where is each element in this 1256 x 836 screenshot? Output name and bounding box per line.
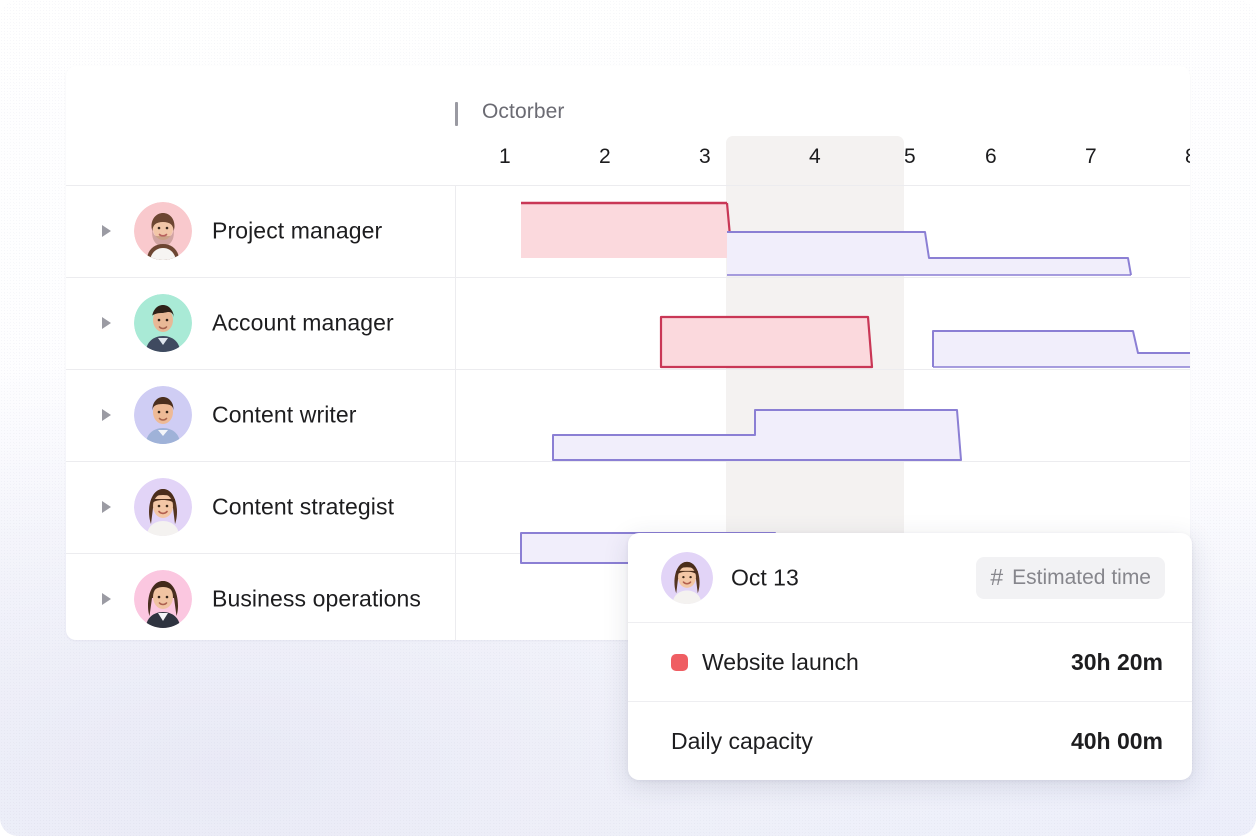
avatar-content-strategist <box>134 478 192 536</box>
tooltip-header: Oct 13 # Estimated time <box>628 533 1192 623</box>
timeline-row-content-writer[interactable]: Content writer <box>66 369 455 461</box>
row-label-account-manager: Account manager <box>212 309 394 336</box>
estimated-time-pill[interactable]: # Estimated time <box>976 556 1165 599</box>
row-label-business-operations: Business operations <box>212 585 422 612</box>
avatar-project-manager <box>134 202 192 260</box>
timeline-row-account-manager[interactable]: Account manager <box>66 277 455 369</box>
day-header-2[interactable]: 2 <box>555 128 655 185</box>
row-label-content-writer: Content writer <box>212 401 357 428</box>
day-header-row: 1 2 3 4 5 6 7 8 <box>66 128 1190 185</box>
row-label-content-strategist: Content strategist <box>212 493 395 520</box>
series-content-writer-capacity <box>552 409 962 461</box>
expand-caret-icon[interactable] <box>102 317 111 329</box>
page-background: Octorber 1 2 3 4 5 6 7 8 <box>0 0 1256 836</box>
series-project-manager-over-capacity <box>521 201 734 259</box>
hash-icon: # <box>990 564 1004 590</box>
expand-caret-icon[interactable] <box>102 501 111 513</box>
avatar-business-operations <box>134 570 192 628</box>
tooltip-row-website-launch[interactable]: Website launch 30h 20m <box>628 623 1192 702</box>
tooltip-row-name: Website launch <box>702 648 859 675</box>
day-header-4[interactable]: 4 <box>726 128 904 185</box>
row-label-project-manager: Project manager <box>212 217 383 244</box>
series-account-manager-capacity <box>932 330 1190 368</box>
month-tick-icon <box>455 102 458 126</box>
tooltip-row-value: 40h 00m <box>1070 727 1163 754</box>
avatar-content-strategist <box>661 551 713 604</box>
expand-caret-icon[interactable] <box>102 409 111 421</box>
timeline-row-content-strategist[interactable]: Content strategist <box>66 461 455 553</box>
series-account-manager-over-capacity <box>659 315 874 369</box>
expand-caret-icon[interactable] <box>102 593 111 605</box>
series-project-manager-capacity <box>727 231 1132 276</box>
timeline-row-project-manager[interactable]: Project manager <box>66 185 455 277</box>
day-header-8[interactable]: 8 <box>1141 128 1190 185</box>
day-header-7[interactable]: 7 <box>1041 128 1141 185</box>
month-header: Octorber <box>66 66 1190 128</box>
expand-caret-icon[interactable] <box>102 225 111 237</box>
estimated-time-tooltip[interactable]: Oct 13 # Estimated time Website launch 3… <box>628 533 1192 780</box>
day-header-1[interactable]: 1 <box>455 128 555 185</box>
day-header-6[interactable]: 6 <box>941 128 1041 185</box>
tooltip-date: Oct 13 <box>731 564 799 590</box>
avatar-content-writer <box>134 386 192 444</box>
month-label: Octorber <box>482 100 565 123</box>
avatar-account-manager <box>134 294 192 352</box>
tooltip-row-value: 30h 20m <box>1070 648 1163 675</box>
tooltip-row-daily-capacity[interactable]: Daily capacity 40h 00m <box>628 702 1192 780</box>
timeline-row-business-operations[interactable]: Business operations <box>66 553 455 640</box>
tooltip-row-name: Daily capacity <box>671 727 813 754</box>
status-dot-icon <box>671 653 688 671</box>
estimated-time-label: Estimated time <box>1012 565 1151 589</box>
